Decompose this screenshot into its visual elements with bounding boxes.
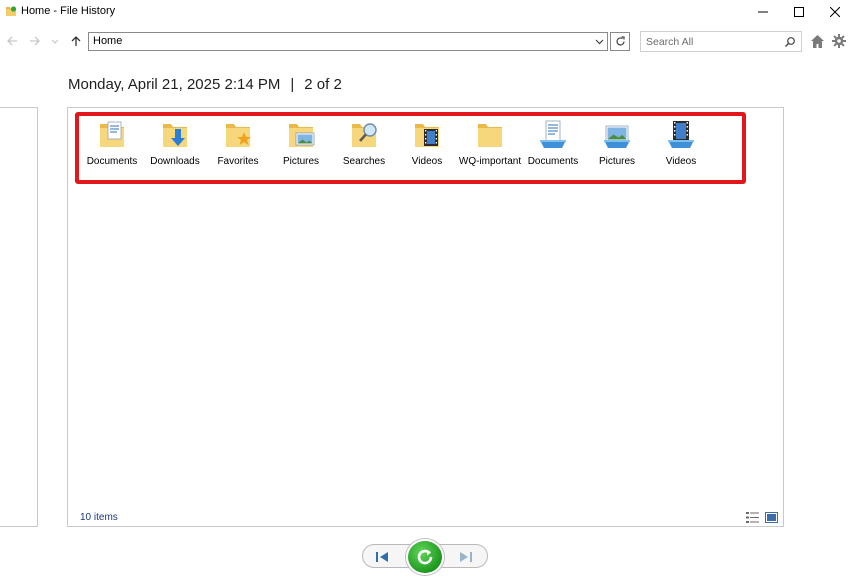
list-item[interactable]: Pictures xyxy=(585,118,649,168)
list-item[interactable]: Documents xyxy=(521,118,585,168)
search-input[interactable]: Search All xyxy=(640,31,802,52)
refresh-button[interactable] xyxy=(610,32,630,51)
minimize-icon xyxy=(758,11,768,13)
videos-folder-icon xyxy=(415,124,439,147)
home-icon[interactable] xyxy=(810,34,825,49)
item-label: Pictures xyxy=(598,156,636,167)
previous-version-panel[interactable] xyxy=(0,107,38,527)
documents-library-icon xyxy=(540,120,566,148)
large-icons-view-icon[interactable] xyxy=(765,512,778,523)
restore-icon xyxy=(417,549,433,565)
next-version-button[interactable] xyxy=(456,550,476,564)
item-label: Documents xyxy=(527,156,579,167)
up-button[interactable] xyxy=(69,34,83,48)
documents-folder-icon xyxy=(100,121,124,147)
search-placeholder: Search All xyxy=(646,36,694,48)
maximize-icon xyxy=(794,7,804,17)
list-item[interactable]: Favorites xyxy=(206,118,270,168)
item-label: WQ-important xyxy=(458,156,522,167)
item-label: Searches xyxy=(342,156,386,167)
favorites-folder-icon xyxy=(226,124,251,147)
list-item[interactable]: WQ-important xyxy=(458,118,522,168)
downloads-folder-icon xyxy=(163,124,187,147)
item-count: 10 items xyxy=(80,512,118,523)
refresh-icon xyxy=(615,36,625,46)
details-view-icon[interactable] xyxy=(746,512,759,523)
arrow-left-icon xyxy=(7,36,17,46)
searches-folder-icon xyxy=(352,123,377,147)
backup-position: 2 of 2 xyxy=(304,76,342,93)
address-dropdown-button[interactable] xyxy=(593,35,605,48)
window-title: Home - File History xyxy=(21,5,116,17)
item-label: Pictures xyxy=(282,156,320,167)
playback-controls xyxy=(362,539,489,575)
list-item[interactable]: Downloads xyxy=(143,118,207,168)
item-label: Downloads xyxy=(150,156,200,167)
chevron-down-icon xyxy=(595,39,603,45)
minimize-button[interactable] xyxy=(744,0,782,24)
item-label: Videos xyxy=(665,156,697,167)
search-icon xyxy=(785,37,795,47)
close-button[interactable] xyxy=(816,0,850,24)
back-button[interactable] xyxy=(5,34,19,48)
videos-library-icon xyxy=(668,121,694,148)
backup-date: Monday, April 21, 2025 2:14 PM xyxy=(68,76,281,93)
list-item[interactable]: Videos xyxy=(649,118,713,168)
restore-button[interactable] xyxy=(406,539,444,575)
pictures-folder-icon xyxy=(289,124,315,147)
forward-button[interactable] xyxy=(28,34,42,48)
arrow-up-icon xyxy=(71,36,81,46)
close-icon xyxy=(830,7,840,17)
backup-date-header: Monday, April 21, 2025 2:14 PM | 2 of 2 xyxy=(68,76,342,93)
item-label: Documents xyxy=(86,156,138,167)
chevron-down-icon xyxy=(51,39,59,44)
previous-version-button[interactable] xyxy=(372,550,392,564)
item-label: Favorites xyxy=(217,156,259,167)
address-bar[interactable]: Home xyxy=(88,32,608,51)
list-item[interactable]: Searches xyxy=(332,118,396,168)
gear-icon[interactable] xyxy=(832,34,846,48)
plain-folder-icon xyxy=(478,124,502,147)
list-item[interactable]: Documents xyxy=(80,118,144,168)
list-item[interactable]: Pictures xyxy=(269,118,333,168)
arrow-right-icon xyxy=(30,36,40,46)
list-item[interactable]: Videos xyxy=(395,118,459,168)
file-list-pane: Documents Downloads Favorites Pictures S… xyxy=(67,107,784,527)
address-value: Home xyxy=(93,35,123,47)
header-separator: | xyxy=(290,76,295,93)
file-history-app-icon xyxy=(6,6,17,16)
pictures-library-icon xyxy=(604,125,630,148)
recent-locations-button[interactable] xyxy=(48,34,62,48)
title-bar: Home - File History xyxy=(0,0,850,24)
maximize-button[interactable] xyxy=(780,0,818,24)
item-label: Videos xyxy=(411,156,443,167)
